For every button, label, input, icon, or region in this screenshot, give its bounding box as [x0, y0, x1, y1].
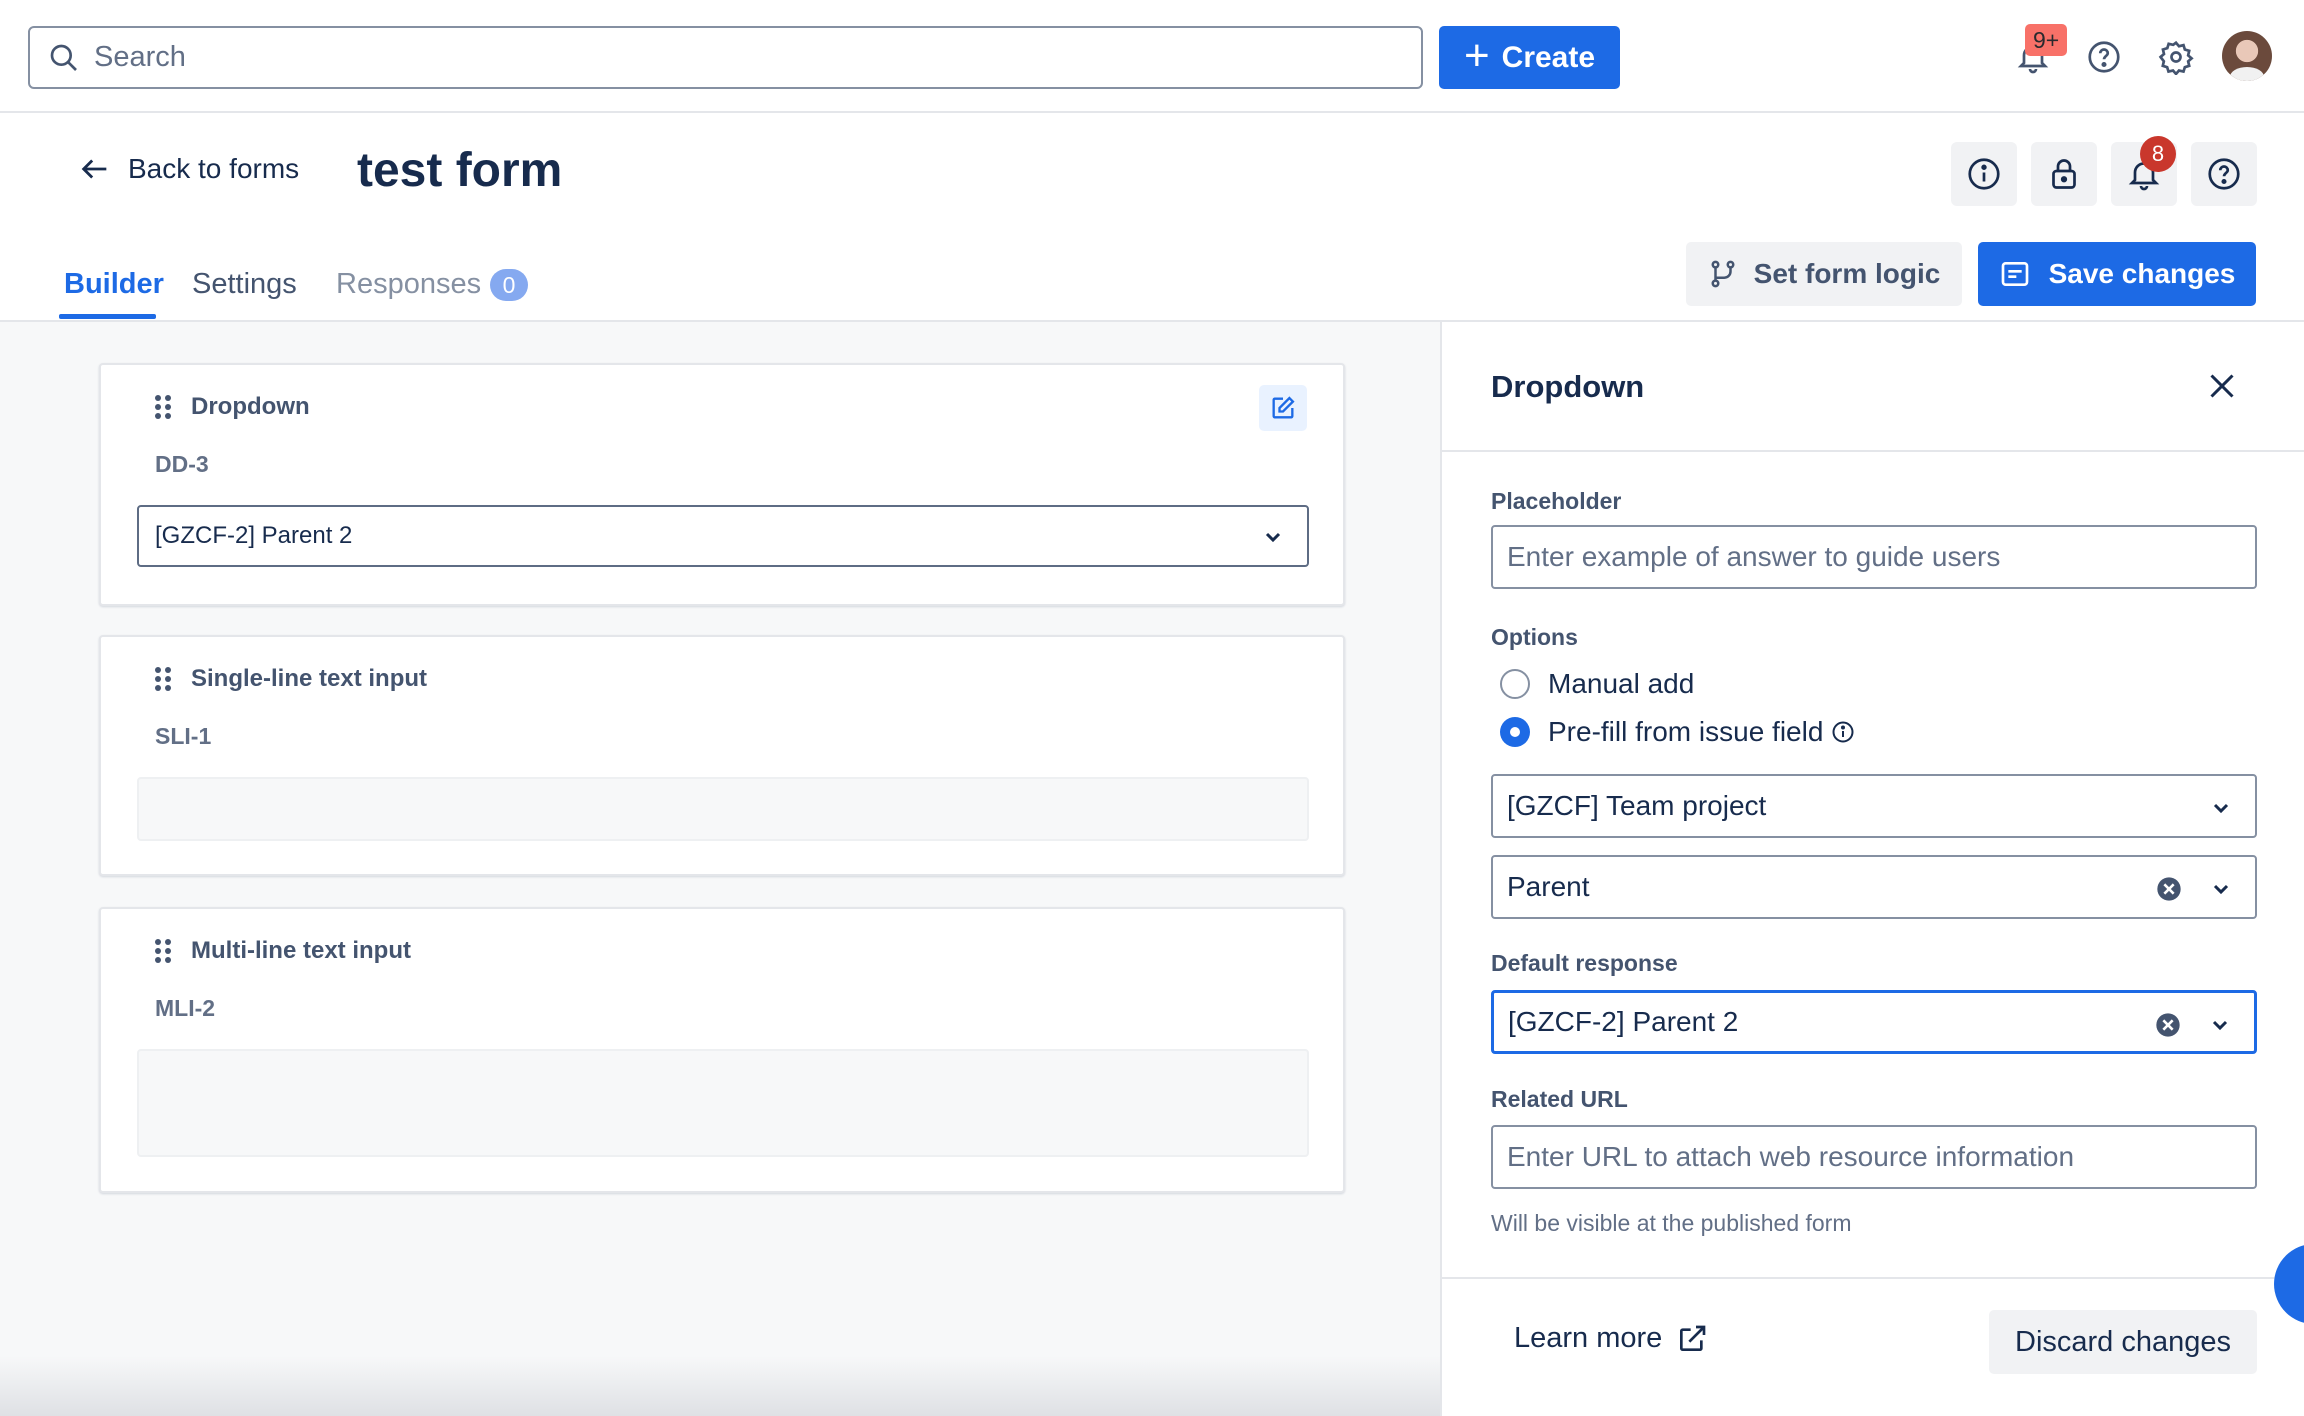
- branch-icon: [1711, 260, 1735, 288]
- learn-more-link[interactable]: Learn more: [1514, 1322, 1708, 1355]
- drag-handle-icon[interactable]: [155, 939, 171, 963]
- chevron-down-icon: [2212, 1020, 2228, 1031]
- set-form-logic-label: Set form logic: [1753, 258, 1941, 289]
- back-to-forms-link[interactable]: Back to forms: [78, 152, 299, 186]
- discard-changes-label: Discard changes: [2015, 1325, 2231, 1358]
- option-manual-add[interactable]: Manual add: [1500, 668, 1694, 700]
- card-title: Single-line text input: [155, 665, 427, 693]
- drag-handle-icon[interactable]: [155, 667, 171, 691]
- dropdown-question-card[interactable]: Dropdown DD-3 [GZCF-2] Parent 2: [99, 363, 1345, 606]
- notification-count-badge: 8: [2140, 136, 2176, 172]
- chevron-down-icon: [2213, 884, 2229, 895]
- help-icon: [2208, 158, 2240, 190]
- placeholder-label: Placeholder: [1491, 488, 1622, 514]
- panel-header-divider: [1442, 450, 2304, 452]
- search-input[interactable]: Search: [28, 26, 1423, 89]
- clear-icon[interactable]: [2154, 1011, 2182, 1039]
- lock-button[interactable]: [2031, 142, 2097, 206]
- chevron-down-icon: [2213, 803, 2229, 814]
- project-select-value: [GZCF] Team project: [1507, 790, 1767, 821]
- avatar[interactable]: [2222, 31, 2272, 81]
- option-manual-label: Manual add: [1548, 668, 1695, 699]
- active-tab-indicator: [59, 314, 156, 319]
- single-line-question-card[interactable]: Single-line text input SLI-1: [99, 635, 1345, 876]
- save-changes-label: Save changes: [2048, 258, 2236, 289]
- radio-unchecked[interactable]: [1500, 669, 1530, 699]
- default-response-select[interactable]: [GZCF-2] Parent 2: [1491, 990, 2257, 1054]
- panel-title: Dropdown: [1491, 369, 1645, 404]
- page-title: test form: [357, 144, 563, 197]
- card-title-label: Dropdown: [191, 393, 310, 420]
- lock-icon: [2052, 159, 2076, 189]
- placeholder-input[interactable]: Enter example of answer to guide users: [1491, 525, 2257, 589]
- gear-icon: [2158, 40, 2194, 75]
- clear-icon[interactable]: [2155, 875, 2183, 903]
- multi-line-input-preview[interactable]: [137, 1049, 1309, 1157]
- builder-canvas: Dropdown DD-3 [GZCF-2] Parent 2 Single-l…: [0, 320, 1440, 1416]
- default-response-value: [GZCF-2] Parent 2: [1508, 1006, 1739, 1037]
- placeholder-input-hint: Enter example of answer to guide users: [1507, 541, 2001, 572]
- info-icon[interactable]: [1831, 720, 1855, 744]
- create-label: Create: [1501, 40, 1596, 74]
- card-key: DD-3: [155, 451, 209, 477]
- question-config-panel: Dropdown Placeholder Enter example of an…: [1440, 320, 2304, 1416]
- tab-responses[interactable]: Responses: [336, 268, 481, 301]
- dropdown-preview-select[interactable]: [GZCF-2] Parent 2: [137, 505, 1309, 567]
- option-prefill-label: Pre-fill from issue field: [1548, 716, 1824, 747]
- set-form-logic-button[interactable]: Set form logic: [1686, 242, 1962, 306]
- back-label: Back to forms: [128, 153, 300, 184]
- tab-settings[interactable]: Settings: [192, 268, 297, 301]
- form-icon: [2001, 262, 2028, 286]
- card-title: Multi-line text input: [155, 937, 411, 965]
- radio-checked[interactable]: [1500, 717, 1530, 747]
- edit-question-button[interactable]: [1259, 385, 1307, 431]
- settings-button[interactable]: [2155, 36, 2197, 78]
- forms-builder-page: Search + Create 9+ Back to forms test fo…: [0, 0, 2304, 1416]
- discard-changes-button[interactable]: Discard changes: [1989, 1310, 2257, 1374]
- search-placeholder: Search: [94, 41, 186, 73]
- search-icon: [50, 44, 77, 71]
- card-key: MLI-2: [155, 995, 216, 1021]
- help-icon: [2088, 41, 2120, 73]
- edit-icon: [1272, 396, 1295, 419]
- issue-field-value: Parent: [1507, 871, 1590, 902]
- external-link-icon: [1680, 1325, 1706, 1351]
- options-label: Options: [1491, 624, 1578, 650]
- card-title-label: Multi-line text input: [191, 937, 411, 964]
- card-title: Dropdown: [155, 393, 310, 421]
- related-url-label: Related URL: [1491, 1086, 1628, 1112]
- project-select[interactable]: [GZCF] Team project: [1491, 774, 2257, 838]
- panel-footer-divider: [1442, 1277, 2304, 1279]
- issue-field-select[interactable]: Parent: [1491, 855, 2257, 919]
- help-button[interactable]: [2083, 36, 2125, 78]
- related-url-input[interactable]: Enter URL to attach web resource informa…: [1491, 1125, 2257, 1189]
- canvas-bottom-shade: [0, 1356, 1440, 1416]
- responses-count-badge: 0: [490, 269, 528, 301]
- arrow-left-icon: [81, 159, 107, 179]
- top-navigation: Search + Create 9+: [0, 0, 2304, 113]
- drag-handle-icon[interactable]: [155, 395, 171, 419]
- info-button[interactable]: [1951, 142, 2017, 206]
- dropdown-preview-value: [GZCF-2] Parent 2: [155, 522, 353, 549]
- plus-icon: +: [1463, 30, 1490, 80]
- close-icon[interactable]: [2204, 368, 2240, 404]
- card-title-label: Single-line text input: [191, 665, 428, 692]
- single-line-input-preview[interactable]: [137, 777, 1309, 841]
- multi-line-question-card[interactable]: Multi-line text input MLI-2: [99, 907, 1345, 1193]
- learn-more-label: Learn more: [1514, 1322, 1663, 1354]
- create-button[interactable]: + Create: [1439, 26, 1620, 89]
- form-help-button[interactable]: [2191, 142, 2257, 206]
- info-icon: [1968, 158, 2000, 190]
- save-changes-button[interactable]: Save changes: [1978, 242, 2256, 306]
- related-url-help: Will be visible at the published form: [1491, 1210, 1852, 1236]
- chevron-down-icon: [1265, 532, 1281, 543]
- card-key: SLI-1: [155, 723, 212, 749]
- related-url-hint: Enter URL to attach web resource informa…: [1507, 1141, 2075, 1172]
- default-response-label: Default response: [1491, 950, 1678, 976]
- option-prefill[interactable]: Pre-fill from issue field: [1500, 716, 1855, 748]
- notifications-badge: 9+: [2025, 24, 2068, 56]
- tab-builder[interactable]: Builder: [64, 268, 164, 301]
